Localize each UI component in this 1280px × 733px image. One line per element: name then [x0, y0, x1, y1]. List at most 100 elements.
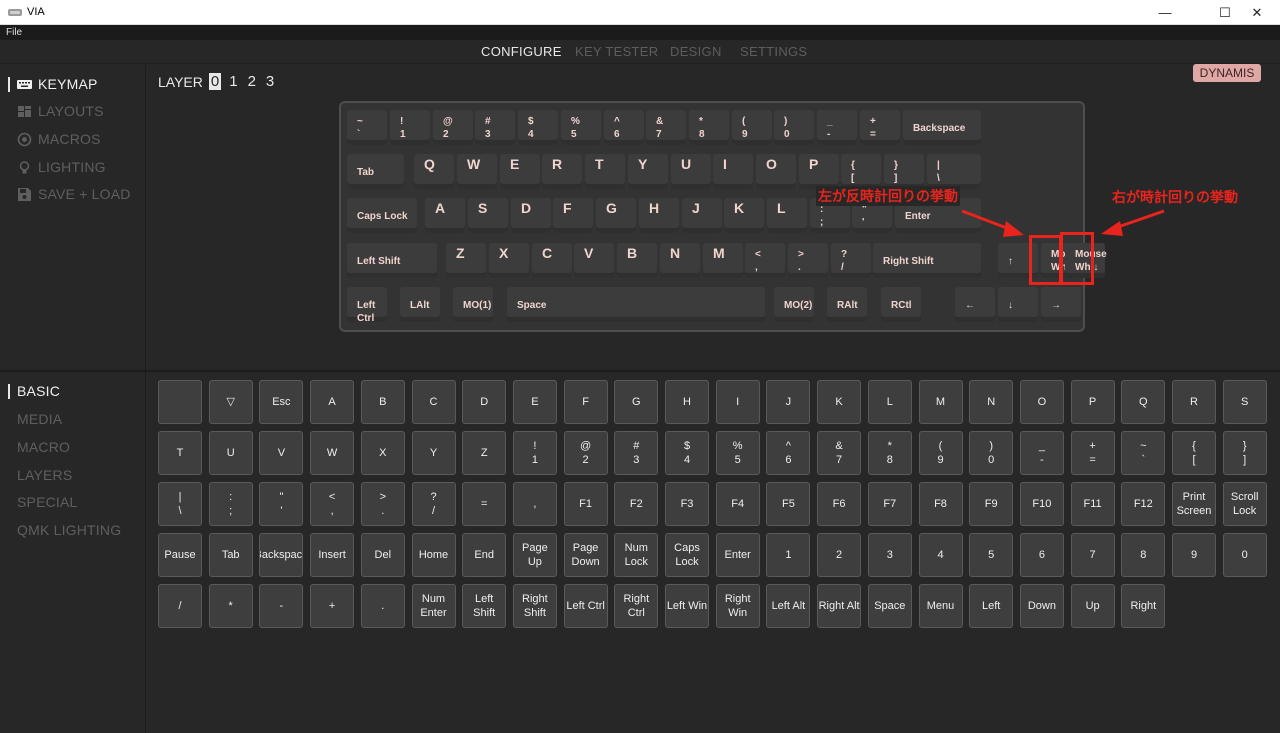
keyboard-key[interactable]: I — [713, 154, 753, 189]
keyboard-key[interactable]: LAlt — [400, 287, 440, 322]
keycode-button[interactable]: Caps Lock — [665, 533, 709, 577]
keycode-button[interactable]: I — [715, 380, 760, 424]
keycode-button[interactable]: " ' — [259, 482, 304, 526]
keyboard-key[interactable]: W — [457, 154, 497, 189]
keyboard-key[interactable]: N — [660, 243, 700, 278]
keycode-button[interactable]: ▽ — [208, 380, 253, 424]
keyboard-key[interactable]: S — [468, 198, 508, 233]
keycode-button[interactable]: 5 — [969, 533, 1014, 577]
keycode-button[interactable]: # 3 — [614, 431, 659, 475]
keyboard-key[interactable]: * 8 — [689, 110, 729, 145]
keyboard-key[interactable]: }] — [884, 154, 924, 189]
keycode-button[interactable]: - — [259, 584, 304, 628]
keyboard-key[interactable]: H — [639, 198, 679, 233]
keycode-button[interactable]: Page Up — [512, 533, 557, 577]
keycode-button[interactable]: G — [614, 380, 659, 424]
keycode-button[interactable]: F6 — [817, 482, 862, 526]
keyboard-key[interactable]: C — [532, 243, 572, 278]
keyboard-key[interactable]: Z — [446, 243, 486, 278]
keyboard-key[interactable]: ↓ — [998, 287, 1038, 322]
keycode-button[interactable]: . — [360, 584, 405, 628]
keycode-button[interactable]: Home — [411, 533, 456, 577]
keyboard-key[interactable]: O — [756, 154, 796, 189]
keycode-button[interactable]: Insert — [310, 533, 355, 577]
sidebar-item-save-load[interactable]: SAVE + LOAD — [17, 186, 131, 202]
keycode-button[interactable]: K — [817, 380, 862, 424]
keycode-button[interactable]: Scroll Lock — [1222, 482, 1267, 526]
keycode-button[interactable]: 4 — [918, 533, 963, 577]
keyboard-key[interactable]: Right Shift — [873, 243, 981, 278]
keycode-button[interactable]: J — [766, 380, 811, 424]
keyboard-key[interactable]: MO(1) — [453, 287, 493, 322]
keycode-button[interactable]: } ] — [1222, 431, 1267, 475]
keycode-button[interactable]: < , — [310, 482, 355, 526]
keyboard-key[interactable]: D — [511, 198, 551, 233]
keyboard-key[interactable]: ← — [955, 287, 995, 322]
keycode-button[interactable]: , — [512, 482, 557, 526]
sidebar-item-layouts[interactable]: LAYOUTS — [17, 103, 104, 119]
tab-configure[interactable]: CONFIGURE — [481, 44, 562, 59]
keycode-button[interactable]: Print Screen — [1172, 482, 1216, 526]
keycode-button[interactable]: U — [208, 431, 253, 475]
keycode-button[interactable]: Right Shift — [512, 584, 557, 628]
keycode-button[interactable]: F9 — [969, 482, 1014, 526]
keyboard-key[interactable]: ) 0 — [774, 110, 814, 145]
keycode-button[interactable]: + — [310, 584, 355, 628]
keycode-button[interactable]: O — [1019, 380, 1064, 424]
keycode-button[interactable]: F3 — [665, 482, 709, 526]
keycode-button[interactable]: 7 — [1070, 533, 1115, 577]
keyboard-key[interactable]: F — [553, 198, 593, 233]
keycode-button[interactable]: Right — [1121, 584, 1166, 628]
keyboard-key[interactable]: ~ ` — [347, 110, 387, 145]
keycode-button[interactable]: F10 — [1019, 482, 1064, 526]
layer-3-button[interactable]: 3 — [264, 73, 276, 90]
keycode-button[interactable]: ^ 6 — [766, 431, 811, 475]
keyboard-key[interactable]: MO(2) — [774, 287, 814, 322]
keyboard-key[interactable]: % 5 — [561, 110, 601, 145]
tab-key-tester[interactable]: KEY TESTER — [575, 44, 658, 59]
keyboard-key[interactable]: A — [425, 198, 465, 233]
keycode-button[interactable]: Left — [969, 584, 1014, 628]
keyboard-key[interactable]: V — [574, 243, 614, 278]
category-qmk-lighting[interactable]: QMK LIGHTING — [17, 522, 121, 538]
keycode-button[interactable]: @ 2 — [563, 431, 608, 475]
keycode-button[interactable]: + = — [1070, 431, 1115, 475]
keyboard-key[interactable]: Caps Lock — [347, 198, 417, 233]
keycode-button[interactable]: F2 — [614, 482, 659, 526]
keyboard-key[interactable]: RAlt — [827, 287, 867, 322]
keycode-button[interactable]: X — [360, 431, 405, 475]
layer-1-button[interactable]: 1 — [227, 73, 239, 90]
keycode-button[interactable]: * 8 — [867, 431, 912, 475]
category-media[interactable]: MEDIA — [17, 411, 62, 427]
keycode-button[interactable]: F7 — [867, 482, 912, 526]
keyboard-key[interactable]: #3 — [475, 110, 515, 145]
keycode-button[interactable]: Right Win — [715, 584, 760, 628]
keycode-button[interactable]: N — [969, 380, 1014, 424]
keyboard-key[interactable]: ^ 6 — [604, 110, 644, 145]
file-menu[interactable]: File — [6, 27, 22, 38]
tab-settings[interactable]: SETTINGS — [740, 44, 807, 59]
keycode-button[interactable]: Down — [1019, 584, 1064, 628]
minimize-button[interactable]: — — [1142, 0, 1188, 25]
keycode-button[interactable] — [158, 380, 202, 424]
keyboard-key[interactable]: Space — [507, 287, 765, 322]
keyboard-key[interactable]: U — [671, 154, 711, 189]
sidebar-item-macros[interactable]: MACROS — [17, 131, 101, 147]
keyboard-key[interactable]: {[ — [841, 154, 881, 189]
keyboard-key[interactable]: G — [596, 198, 636, 233]
keycode-button[interactable]: * — [208, 584, 253, 628]
keycode-button[interactable]: B — [360, 380, 405, 424]
keyboard-key[interactable]: J — [682, 198, 722, 233]
keyboard-key[interactable]: $4 — [518, 110, 558, 145]
keycode-button[interactable]: W — [310, 431, 355, 475]
keyboard-key[interactable]: Left Shift — [347, 243, 437, 278]
keycode-button[interactable]: Left Alt — [766, 584, 811, 628]
layer-0-button[interactable]: 0 — [208, 73, 222, 90]
keycode-button[interactable]: 0 — [1222, 533, 1267, 577]
keyboard-key[interactable]: (9 — [732, 110, 772, 145]
keyboard-key[interactable]: → — [1041, 287, 1081, 322]
keyboard-key[interactable]: B — [617, 243, 657, 278]
sidebar-item-lighting[interactable]: LIGHTING — [17, 159, 106, 175]
keyboard-key[interactable]: >. — [788, 243, 828, 278]
keycode-button[interactable]: Menu — [918, 584, 963, 628]
